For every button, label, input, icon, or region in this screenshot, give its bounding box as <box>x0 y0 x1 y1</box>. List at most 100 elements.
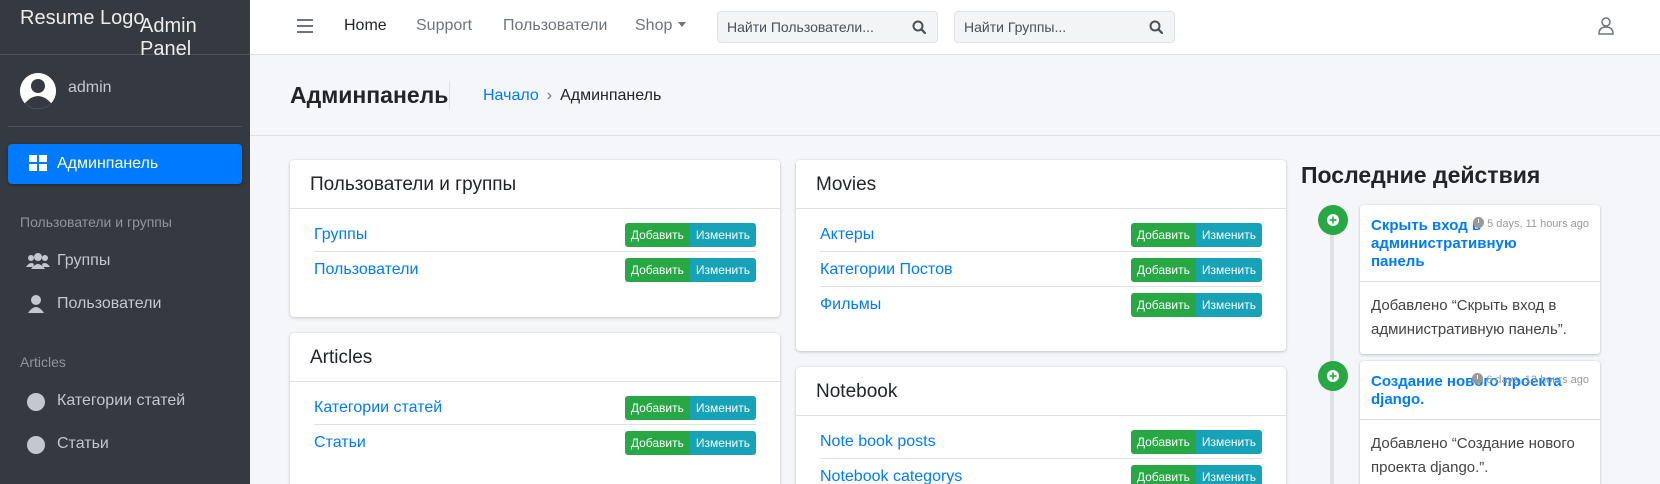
change-button[interactable]: Изменить <box>689 223 756 247</box>
top-navbar: Home Support Пользователи Shop <box>250 0 1660 55</box>
caret-down-icon <box>678 22 687 27</box>
change-button[interactable]: Изменить <box>689 258 756 282</box>
card-title[interactable]: Articles <box>310 347 372 369</box>
timeline-item: Создание нового проекта django. 6 days, … <box>1360 361 1600 484</box>
username[interactable]: admin <box>68 79 112 97</box>
card-title[interactable]: Notebook <box>816 381 897 403</box>
change-button[interactable]: Изменить <box>1195 430 1262 454</box>
search-users-input[interactable] <box>718 12 898 42</box>
model-actions: Добавить Изменить <box>624 258 756 282</box>
user-avatar-icon <box>20 73 56 109</box>
search-icon[interactable] <box>901 12 937 42</box>
nav-dropdown-shop[interactable]: Shop <box>635 17 687 35</box>
model-row: Группы Добавить Изменить <box>314 217 756 252</box>
brand-logo[interactable]: Resume Logo <box>20 7 145 30</box>
model-link-groups[interactable]: Группы <box>314 226 367 244</box>
timeline-item: Скрыть вход в административную панель 5 … <box>1360 205 1600 354</box>
nav-link-support[interactable]: Support <box>416 17 472 35</box>
sidebar-item-label: Категории статей <box>57 392 186 409</box>
search-groups-input[interactable] <box>955 12 1135 42</box>
sidebar-header-users-groups: Пользователи и группы <box>20 214 172 230</box>
sidebar-item-label: Статьи <box>57 435 109 452</box>
add-button[interactable]: Добавить <box>1130 430 1196 454</box>
model-link-article-categories[interactable]: Категории статей <box>314 399 442 417</box>
change-button[interactable]: Изменить <box>1195 293 1262 317</box>
model-row: Пользователи Добавить Изменить <box>314 252 756 287</box>
sidebar-item-articles[interactable]: Статьи <box>8 424 242 464</box>
nav-link-home[interactable]: Home <box>344 17 387 35</box>
add-button[interactable]: Добавить <box>624 223 690 247</box>
timeline-item-body: Добавлено “Скрыть вход в административну… <box>1371 297 1567 338</box>
menu-toggle-icon[interactable] <box>297 19 313 38</box>
sidebar-item-label: Группы <box>57 252 111 269</box>
circle-icon <box>26 435 46 460</box>
card-header: Пользователи и группы <box>290 160 780 209</box>
add-button[interactable]: Добавить <box>624 431 690 455</box>
add-button[interactable]: Добавить <box>1130 258 1196 282</box>
model-actions: Добавить Изменить <box>1130 430 1262 454</box>
change-button[interactable]: Изменить <box>1195 258 1262 282</box>
app-card-notebook: Notebook Note book posts Добавить Изменит… <box>796 367 1286 484</box>
sidebar-item-article-categories[interactable]: Категории статей <box>8 381 242 421</box>
add-button[interactable]: Добавить <box>624 258 690 282</box>
plus-circle-icon <box>1318 361 1348 391</box>
model-row: Категории Постов Добавить Изменить <box>820 252 1262 287</box>
change-button[interactable]: Изменить <box>1195 223 1262 247</box>
model-actions: Добавить Изменить <box>1130 258 1262 282</box>
nav-link-users[interactable]: Пользователи <box>503 17 607 35</box>
add-button[interactable]: Добавить <box>1130 465 1196 484</box>
card-body: Note book posts Добавить Изменить Noteboo… <box>796 416 1286 484</box>
timeline-line <box>1330 220 1334 484</box>
users-group-icon <box>26 252 50 275</box>
card-header: Notebook <box>796 367 1286 416</box>
timeline-item-link[interactable]: Создание нового проекта django. <box>1360 361 1565 419</box>
breadcrumb-separator: › <box>546 87 553 104</box>
change-button[interactable]: Изменить <box>689 396 756 420</box>
model-link-users[interactable]: Пользователи <box>314 261 418 279</box>
model-link-post-categories[interactable]: Категории Постов <box>820 261 952 279</box>
recent-actions-title: Последние действия <box>1301 162 1541 188</box>
add-button[interactable]: Добавить <box>624 396 690 420</box>
model-link-notebook-posts[interactable]: Note book posts <box>820 433 936 451</box>
card-body: Актеры Добавить Изменить Категории Постов… <box>796 209 1286 322</box>
user-panel: admin <box>8 55 242 127</box>
sidebar: Resume Logo Admin Panel admin Админпанел… <box>0 0 250 484</box>
page-title: Админпанель <box>290 82 449 108</box>
model-link-notebook-categories[interactable]: Notebook categorys <box>820 468 962 484</box>
timeline-time-text: 5 days, 11 hours ago <box>1487 218 1589 230</box>
card-body: Категории статей Добавить Изменить Статьи… <box>290 382 780 460</box>
user-icon <box>26 295 46 318</box>
model-link-articles[interactable]: Статьи <box>314 434 366 452</box>
plus-circle-icon <box>1318 205 1348 235</box>
dashboard-grid-icon <box>29 155 47 176</box>
clock-icon <box>1473 217 1485 228</box>
add-button[interactable]: Добавить <box>1130 223 1196 247</box>
model-link-films[interactable]: Фильмы <box>820 296 881 314</box>
search-icon[interactable] <box>1138 12 1174 42</box>
content-header: Админпанель Начало › Админпанель <box>250 55 1660 136</box>
brand[interactable]: Resume Logo Admin Panel <box>0 0 250 60</box>
clock-icon <box>1472 373 1484 384</box>
change-button[interactable]: Изменить <box>689 431 756 455</box>
model-actions: Добавить Изменить <box>1130 293 1262 317</box>
timeline-time-text: 6 days, 13 hours ago <box>1486 374 1589 386</box>
breadcrumb: Начало › Админпанель <box>483 87 661 105</box>
card-title[interactable]: Пользователи и группы <box>310 174 516 196</box>
model-link-actors[interactable]: Актеры <box>820 226 874 244</box>
search-groups-box <box>954 11 1175 43</box>
sidebar-item-users[interactable]: Пользователи <box>8 284 242 324</box>
user-menu-icon[interactable] <box>1598 17 1614 40</box>
circle-icon <box>26 392 46 417</box>
model-row: Note book posts Добавить Изменить <box>820 424 1262 459</box>
add-button[interactable]: Добавить <box>1130 293 1196 317</box>
card-title[interactable]: Movies <box>816 174 876 196</box>
model-actions: Добавить Изменить <box>624 431 756 455</box>
sidebar-item-dashboard[interactable]: Админпанель <box>8 144 242 184</box>
timeline-time: 6 days, 13 hours ago <box>1472 373 1589 386</box>
app-card-articles: Articles Категории статей Добавить Измени… <box>290 333 780 484</box>
model-row: Актеры Добавить Изменить <box>820 217 1262 252</box>
breadcrumb-home-link[interactable]: Начало <box>483 87 539 104</box>
sidebar-item-groups[interactable]: Группы <box>8 241 242 281</box>
change-button[interactable]: Изменить <box>1195 465 1262 484</box>
model-row: Фильмы Добавить Изменить <box>820 287 1262 322</box>
